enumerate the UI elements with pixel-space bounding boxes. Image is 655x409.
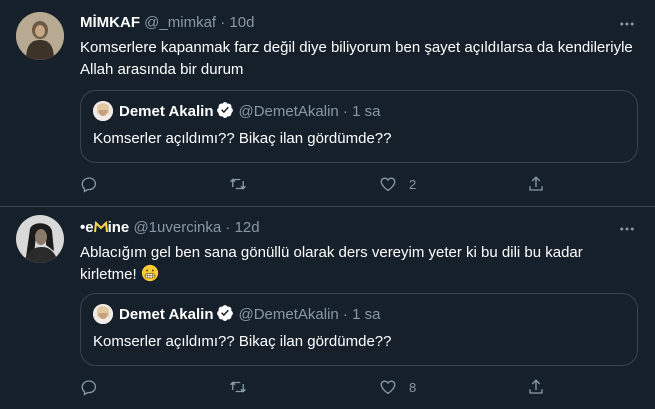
tweet[interactable]: MİMKAF @_mimkaf · 10d Komserlere kapanma… [0, 0, 655, 206]
like-count: 8 [409, 379, 417, 395]
retweet-button[interactable] [229, 174, 247, 194]
like-count: 2 [409, 176, 417, 192]
avatar-image [16, 215, 64, 263]
quoted-text: Komserler açıldımı?? Bikaç ilan gördümde… [93, 333, 392, 350]
author-name-suffix: ine [107, 219, 130, 236]
tweet-actions: 8 [80, 377, 550, 397]
verified-badge-icon [217, 305, 234, 321]
reply-icon [81, 177, 97, 193]
quoted-handle: @DemetAkalin [238, 103, 339, 120]
author-handle[interactable]: @1uvercinka [133, 219, 221, 236]
tweet-header: MİMKAF @_mimkaf · 10d [80, 13, 254, 33]
quoted-header: Demet Akalin @DemetAkalin · 1 sa [119, 101, 380, 122]
author-name-prefix: •e [80, 219, 94, 236]
heart-icon [380, 380, 396, 395]
retweet-button[interactable] [229, 377, 247, 397]
like-button[interactable]: 8 [379, 377, 416, 397]
timestamp[interactable]: 12d [235, 219, 260, 236]
reply-button[interactable] [80, 377, 98, 397]
more-icon[interactable] [617, 219, 637, 239]
quoted-header: Demet Akalin @DemetAkalin · 1 sa [119, 304, 380, 325]
separator: · [220, 14, 226, 31]
quoted-timestamp: 1 sa [352, 103, 381, 120]
timestamp[interactable]: 10d [229, 14, 254, 31]
avatar[interactable] [16, 215, 64, 263]
avatar[interactable] [16, 12, 64, 60]
like-button[interactable]: 2 [379, 174, 416, 194]
separator: · [225, 219, 231, 236]
grimacing-face-emoji [141, 264, 158, 282]
tweet[interactable]: •e ine @1uvercinka · 12d Ablacığım gel be… [0, 207, 655, 409]
retweet-icon [230, 178, 246, 190]
verified-badge-icon [217, 102, 234, 118]
retweet-icon [230, 381, 246, 393]
author-handle[interactable]: @_mimkaf [144, 14, 216, 31]
share-button[interactable] [527, 377, 545, 397]
quoted-tweet[interactable]: Demet Akalin @DemetAkalin · 1 sa Komserle… [80, 90, 638, 163]
share-icon [529, 176, 543, 191]
quoted-tweet[interactable]: Demet Akalin @DemetAkalin · 1 sa Komserle… [80, 293, 638, 366]
reply-icon [81, 380, 97, 396]
separator: · [342, 103, 348, 120]
author-name[interactable]: MİMKAF [80, 14, 140, 31]
quoted-handle: @DemetAkalin [238, 306, 339, 323]
quoted-avatar [93, 304, 113, 324]
quoted-timestamp: 1 sa [352, 306, 381, 323]
author-name[interactable]: •e ine [80, 219, 129, 236]
quoted-avatar [93, 101, 113, 121]
heart-icon [380, 177, 396, 192]
crown-m-icon [93, 220, 108, 233]
more-icon[interactable] [617, 14, 637, 34]
tweet-header: •e ine @1uvercinka · 12d [80, 218, 260, 238]
share-button[interactable] [527, 174, 545, 194]
tweet-text: Komserlere kapanmak farz değil diye bili… [80, 39, 633, 78]
share-icon [529, 379, 543, 394]
quoted-text: Komserler açıldımı?? Bikaç ilan gördümde… [93, 130, 392, 147]
tweet-actions: 2 [80, 174, 550, 194]
separator: · [342, 306, 348, 323]
avatar-image [16, 12, 64, 60]
quoted-author-name: Demet Akalin [119, 306, 214, 323]
reply-button[interactable] [80, 174, 98, 194]
quoted-author-name: Demet Akalin [119, 103, 214, 120]
tweet-text: Ablacığım gel ben sana gönüllü olarak de… [80, 242, 640, 286]
